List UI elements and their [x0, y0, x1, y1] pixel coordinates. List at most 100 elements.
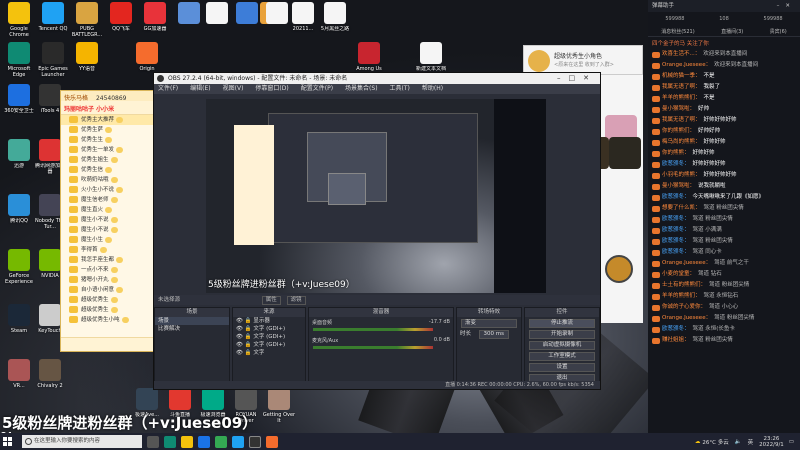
start-button[interactable] [0, 433, 16, 450]
scene-item[interactable]: 比赛解决 [155, 325, 229, 333]
desktop-icon[interactable]: Steam [2, 304, 36, 340]
obs-window[interactable]: OBS 27.2.4 (64-bit, windows) - 配置文件: 未命名… [153, 72, 601, 390]
clock[interactable]: 23:26 2022/9/1 [759, 436, 784, 448]
chat-username[interactable]: 我属无语了啊： [662, 117, 701, 124]
desktop-icon[interactable]: VR... [2, 359, 36, 395]
visibility-icon[interactable]: 👁 🔒 [236, 318, 253, 324]
desktop-icon[interactable]: Google Chrome [2, 2, 36, 38]
desktop-icon[interactable]: Epic Games Launcher [36, 42, 70, 78]
list-item[interactable]: 魔生小不说 [61, 225, 159, 235]
list-item[interactable]: 魔生信老师 [61, 195, 159, 205]
weather-text[interactable]: 26°C 多云 [702, 438, 728, 446]
visibility-icon[interactable]: 👁 🔒 [236, 334, 253, 340]
control-button[interactable]: 设置 [529, 363, 595, 372]
list-item[interactable]: 魔生直火 [61, 205, 159, 215]
list-item[interactable]: 魔生小不说 [61, 215, 159, 225]
chat-username[interactable]: Orange.Jueseee： [662, 260, 711, 267]
menu-item[interactable]: 文件(F) [158, 85, 178, 92]
store-icon[interactable] [198, 435, 210, 448]
chat-username[interactable]: 曼小猴驾啦： [662, 183, 695, 190]
desktop-icon[interactable]: GeForce Experience [2, 249, 36, 285]
filters-button[interactable]: 滤镜 [286, 296, 306, 305]
tab-vip[interactable]: 贵宾(6) [770, 28, 787, 35]
volume-icon[interactable]: 🔈 [735, 439, 742, 445]
chat-username[interactable]: 羊羊的熊熊们： [662, 95, 701, 102]
list-item[interactable]: 超级优秀生 [61, 305, 159, 315]
desktop-icon[interactable]: 360安全卫士 [2, 84, 36, 120]
maximize-icon[interactable]: □ [569, 74, 584, 82]
desktop-icon[interactable]: 20211... [286, 2, 320, 38]
visibility-icon[interactable]: 👁 🔒 [236, 342, 253, 348]
desktop-icon[interactable]: 腾讯QQ [2, 194, 36, 230]
list-item[interactable]: 李得首 [61, 245, 159, 255]
ime-indicator[interactable]: 英 [748, 438, 754, 446]
chat-username[interactable]: Orange.Jueseee： [662, 315, 711, 322]
list-item[interactable]: 优秀生生 [61, 135, 159, 145]
control-button[interactable]: 工作室模式 [529, 352, 595, 361]
chat-username[interactable]: 欧葱颁冬： [662, 227, 690, 234]
transition-select[interactable]: 渐变 [461, 319, 517, 328]
chat-username[interactable]: 梅乌尚的熊熊： [662, 139, 701, 146]
desktop-icon[interactable]: Tencent QQ [36, 2, 70, 38]
chat-username[interactable]: 欧葱颁冬： [662, 216, 690, 223]
list-item[interactable]: 超级优秀生 [61, 295, 159, 305]
list-item[interactable]: 猪嗯小开丸 [61, 275, 159, 285]
menu-item[interactable]: 停靠窗口(D) [255, 85, 288, 92]
desktop-icon[interactable]: Microsoft Edge [2, 42, 36, 78]
list-item[interactable]: 优秀生信 [61, 165, 159, 175]
chat-username[interactable]: 你的熊熊： [662, 150, 690, 157]
window-controls[interactable]: –□✕ [557, 73, 597, 84]
close-icon[interactable]: ✕ [583, 74, 597, 82]
desktop-icon[interactable]: GG加速器 [138, 2, 172, 38]
list-item[interactable]: 优秀生萨 [61, 125, 159, 135]
menu-item[interactable]: 视图(V) [223, 85, 244, 92]
source-item[interactable]: 👁 🔒 文字 (GDI+) [233, 325, 305, 333]
control-button[interactable]: 停止推流 [529, 319, 595, 328]
menu-item[interactable]: 编辑(E) [190, 85, 210, 92]
source-item[interactable]: 👁 🔒 文字 (GDI+) [233, 341, 305, 349]
desktop-icon[interactable]: 迅游 [2, 139, 36, 175]
desktop-icon[interactable]: YY语音 [70, 42, 104, 78]
chat-username[interactable]: 欧葱颁冬： [662, 194, 690, 201]
list-item[interactable]: 优秀生一单发 [61, 145, 159, 155]
desktop-icon[interactable]: QQ飞车 [104, 2, 138, 38]
chat-username[interactable]: 我属无语了啊： [662, 84, 701, 91]
chat-username[interactable]: 欧葱颁冬： [662, 249, 690, 256]
list-item[interactable]: 优秀主大推荐 [61, 115, 159, 125]
chat-username[interactable]: 欧葱颁冬： [662, 238, 690, 245]
chat-username[interactable]: 小羽毛的熊熊： [662, 172, 701, 179]
list-item[interactable]: 我怎手座生都 [61, 255, 159, 265]
qq-icon[interactable] [232, 435, 244, 448]
obs-preview-canvas[interactable]: 5级粉丝牌进粉丝群（+v:Juese09） [206, 99, 546, 293]
chat-username[interactable]: 羊羊的熊熊们： [662, 293, 701, 300]
chat-username[interactable]: 士土有的熊熊们： [662, 282, 706, 289]
chrome-icon[interactable] [215, 435, 227, 448]
chat-username[interactable]: 想要了什么凯： [662, 205, 701, 212]
scene-item[interactable]: 场景 [155, 317, 229, 325]
menu-item[interactable]: 配置文件(P) [301, 85, 333, 92]
list-item[interactable]: 优秀生姐生 [61, 155, 159, 165]
chat-username[interactable]: 赚社姐姐： [662, 337, 690, 344]
menu-item[interactable]: 场景集合(S) [345, 85, 378, 92]
desktop-icon[interactable]: 5月黑丝之路 [318, 2, 352, 38]
explorer-icon[interactable] [181, 435, 193, 448]
list-item[interactable]: 魔生小生 [61, 235, 159, 245]
control-button[interactable]: 开始录制 [529, 330, 595, 339]
menu-item[interactable]: 帮助(H) [422, 85, 443, 92]
edge-icon[interactable] [164, 435, 176, 448]
desktop-icon[interactable] [200, 2, 234, 38]
obs-title-bar[interactable]: OBS 27.2.4 (64-bit, windows) - 配置文件: 未命名… [154, 73, 600, 84]
minimize-icon[interactable]: – [557, 74, 569, 82]
chat-username[interactable]: 小麦的堂童： [662, 271, 695, 278]
close-icon[interactable]: ✕ [785, 3, 796, 9]
chat-username[interactable]: 欧葱颁冬： [662, 161, 690, 168]
obs-icon[interactable] [249, 435, 261, 448]
duration-input[interactable]: 300 ms [478, 330, 509, 339]
desktop-icon[interactable]: PUBG BATTLEGR... [70, 2, 104, 38]
app-icon[interactable] [266, 435, 278, 448]
list-item[interactable]: 吹萌奶咕哦 [61, 175, 159, 185]
chat-username[interactable]: 曼小猴驾啦： [662, 106, 695, 113]
mixer-channel-desktop[interactable]: 桌面音频 -17.7 dB [309, 317, 453, 335]
visibility-icon[interactable]: 👁 🔒 [236, 326, 253, 332]
chat-username[interactable]: 机械的猫一季： [662, 73, 701, 80]
